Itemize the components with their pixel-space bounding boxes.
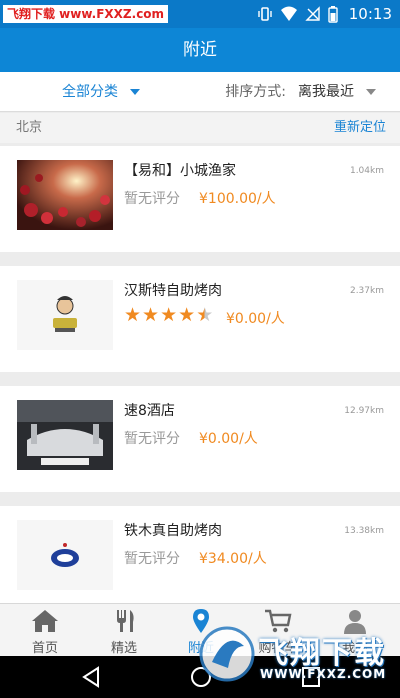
featured-icon (117, 610, 134, 632)
shop-name: 速8酒店 (124, 403, 175, 419)
rating-text: 暂无评分 (124, 191, 180, 207)
shop-distance: 1.04km (349, 166, 384, 176)
page-title: 附近 (0, 28, 400, 72)
current-city: 北京 (16, 120, 43, 135)
category-label: 全部分类 (62, 84, 118, 100)
watermark-label: 飞翔下载 www.FXXZ.com (3, 5, 169, 23)
back-icon[interactable] (80, 665, 102, 689)
tab-featured[interactable]: 精选 (84, 604, 164, 657)
shop-card[interactable]: 速8酒店 12.97km 暂无评分 ¥0.00/人 (0, 386, 400, 492)
shop-thumbnail (17, 280, 113, 350)
filter-bar: 全部分类 排序方式: 离我最近 (0, 72, 400, 112)
clock: 10:13 (348, 5, 392, 23)
shop-price: ¥0.00/人 (226, 311, 285, 327)
relocate-button[interactable]: 重新定位 (334, 113, 386, 143)
shop-distance: 13.38km (344, 526, 384, 536)
caret-down-icon (366, 89, 376, 95)
star-rating: ★ ★ ★ ★ ★ (124, 306, 213, 325)
shop-price: ¥0.00/人 (199, 431, 258, 447)
no-signal-icon (305, 6, 320, 21)
category-dropdown[interactable]: 全部分类 (62, 72, 140, 112)
shop-card[interactable]: 汉斯特自助烤肉 2.37km ★ ★ ★ ★ ★ ¥0.00/人 (0, 266, 400, 372)
battery-icon (328, 5, 338, 23)
shop-price: ¥34.00/人 (199, 551, 267, 567)
shop-thumbnail (17, 520, 113, 590)
star-full-icon: ★ (124, 304, 142, 326)
caret-down-icon (130, 89, 140, 95)
shop-distance: 12.97km (344, 406, 384, 416)
shop-name: 铁木真自助烤肉 (124, 523, 222, 539)
shop-thumbnail (17, 160, 113, 230)
wifi-icon (280, 6, 297, 21)
tab-label: 购物车 (258, 641, 298, 656)
sort-label: 排序方式: (225, 84, 286, 100)
tab-label: 我的 (341, 641, 368, 656)
user-icon (344, 610, 366, 634)
shop-card[interactable]: 【易和】小城渔家 1.04km 暂无评分 ¥100.00/人 (0, 146, 400, 252)
tab-nearby[interactable]: 附近 (161, 604, 241, 657)
recents-icon[interactable] (300, 665, 322, 689)
tab-home[interactable]: 首页 (5, 604, 85, 657)
location-pin-icon (193, 609, 209, 633)
rating-text: 暂无评分 (124, 431, 180, 447)
star-full-icon: ★ (142, 304, 160, 326)
bottom-tab-bar: 首页 精选 附近 购物车 我的 (0, 603, 400, 656)
star-half-icon: ★ (196, 304, 214, 326)
sort-dropdown[interactable]: 排序方式: 离我最近 (225, 72, 376, 112)
shop-thumbnail (17, 400, 113, 470)
rating-text: 暂无评分 (124, 551, 180, 567)
vibrate-icon (258, 7, 272, 21)
shop-name: 【易和】小城渔家 (124, 163, 236, 179)
tab-label: 精选 (110, 641, 137, 656)
shop-name: 汉斯特自助烤肉 (124, 283, 222, 299)
status-icons: 10:13 (257, 4, 392, 24)
location-bar: 北京 重新定位 (0, 113, 400, 143)
tab-profile[interactable]: 我的 (315, 604, 395, 657)
home-button-icon[interactable] (189, 665, 213, 689)
system-nav-bar (0, 656, 400, 698)
status-bar: 飞翔下载 www.FXXZ.com 10:13 (0, 0, 400, 28)
home-icon (32, 610, 58, 632)
sort-value: 离我最近 (298, 84, 354, 100)
star-full-icon: ★ (178, 304, 196, 326)
tab-label: 首页 (31, 641, 58, 656)
shop-distance: 2.37km (349, 286, 384, 296)
cart-icon (265, 609, 292, 633)
star-full-icon: ★ (160, 304, 178, 326)
tab-label: 附近 (187, 641, 214, 656)
shop-card[interactable]: 铁木真自助烤肉 13.38km 暂无评分 ¥34.00/人 (0, 506, 400, 612)
tab-cart[interactable]: 购物车 (238, 604, 318, 657)
shop-price: ¥100.00/人 (199, 191, 276, 207)
